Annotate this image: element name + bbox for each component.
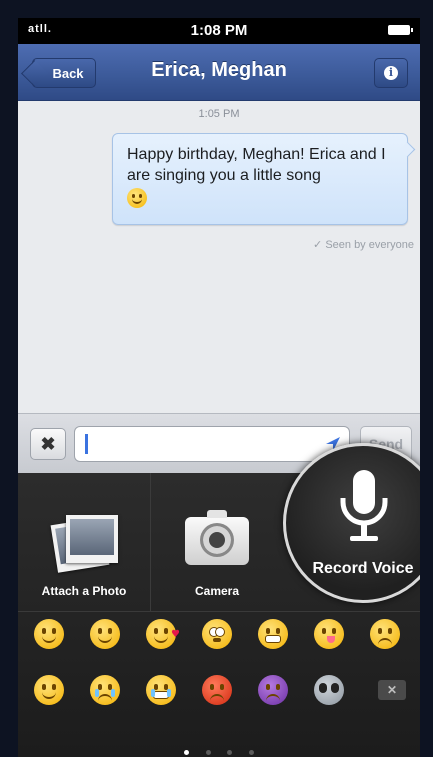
smirk-emoji-icon[interactable] — [34, 675, 64, 705]
emoji-page-indicator[interactable] — [18, 742, 420, 757]
grin-emoji-icon[interactable] — [258, 619, 288, 649]
backspace-icon[interactable]: ✕ — [378, 680, 406, 700]
message-text: Happy birthday, Meghan! Erica and I are … — [127, 146, 386, 184]
info-button[interactable]: i — [374, 58, 408, 88]
info-icon: i — [384, 66, 398, 80]
emoji-keyboard: ✕ — [18, 619, 420, 739]
message-thread[interactable]: 1:05 PM Happy birthday, Meghan! Erica an… — [18, 101, 420, 413]
sad-emoji-icon[interactable] — [370, 619, 400, 649]
camera-button[interactable]: Camera — [151, 473, 283, 611]
cry-emoji-icon[interactable] — [90, 675, 120, 705]
alien-emoji-icon[interactable] — [314, 675, 344, 705]
microphone-icon — [340, 470, 388, 541]
attach-photo-button[interactable]: Attach a Photo — [18, 473, 151, 611]
devil-emoji-icon[interactable] — [258, 675, 288, 705]
page-dot — [184, 750, 190, 755]
conversation-title: Erica, Meghan — [151, 59, 287, 81]
page-dot — [248, 750, 254, 755]
page-dot — [205, 750, 211, 755]
record-voice-label: Record Voice — [312, 560, 414, 577]
smile-emoji-icon[interactable] — [34, 619, 64, 649]
seen-status: ✓ Seen by everyone — [313, 239, 414, 251]
text-cursor — [85, 434, 88, 454]
smiley-emoji-icon — [127, 188, 147, 208]
camera-label: Camera — [194, 584, 240, 598]
battery-icon — [388, 25, 413, 35]
message-bubble[interactable]: Happy birthday, Meghan! Erica and I are … — [112, 133, 408, 225]
attachment-tray: Attach a Photo Camera ✕ — [18, 443, 420, 757]
close-keyboard-button[interactable]: ✖ — [30, 428, 66, 460]
tongue-emoji-icon[interactable] — [314, 619, 344, 649]
camera-icon — [185, 510, 249, 565]
message-input[interactable] — [74, 426, 350, 462]
kiss-emoji-icon[interactable] — [146, 619, 180, 649]
photo-stack-icon — [50, 513, 118, 573]
angry-emoji-icon[interactable] — [202, 675, 232, 705]
phone-screen: atll. 1:08 PM Back Erica, Meghan i 1:05 … — [18, 18, 420, 757]
message-timestamp: 1:05 PM — [198, 108, 240, 120]
wide-eyes-emoji-icon[interactable] — [202, 619, 232, 649]
status-bar: atll. 1:08 PM — [18, 18, 420, 44]
page-dot — [227, 750, 233, 755]
attach-photo-label: Attach a Photo — [41, 584, 127, 598]
tears-of-joy-emoji-icon[interactable] — [146, 675, 176, 705]
status-time: 1:08 PM — [190, 22, 248, 39]
blush-emoji-icon[interactable] — [90, 619, 120, 649]
nav-bar: Back Erica, Meghan i — [18, 44, 420, 101]
